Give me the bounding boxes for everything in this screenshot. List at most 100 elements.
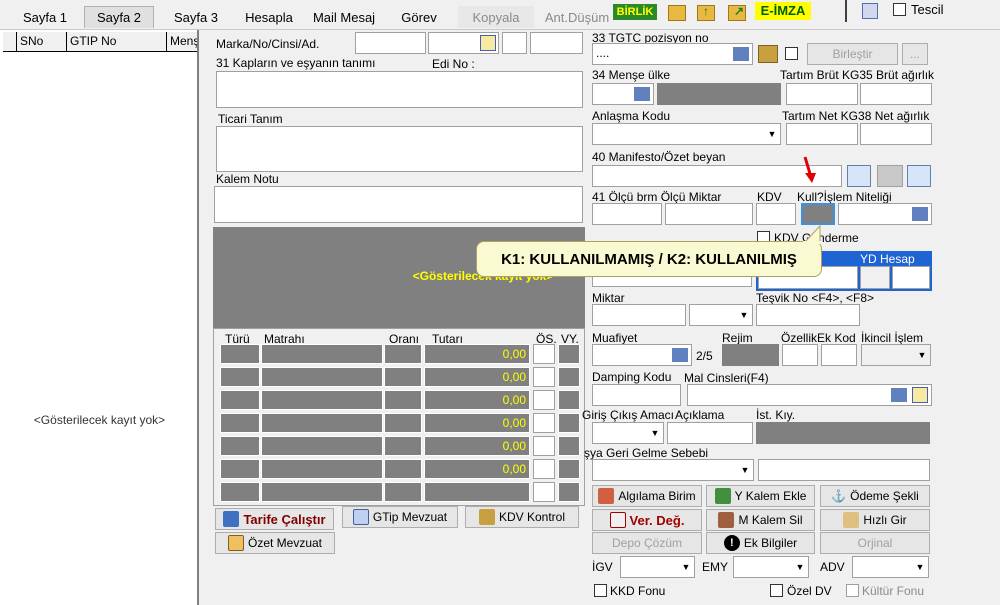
tax-cell[interactable] (220, 436, 260, 456)
folder-export-icon[interactable]: ↗ (728, 4, 746, 21)
kdv-input[interactable] (756, 203, 796, 225)
ek-bilgiler-button[interactable]: ! Ek Bilgiler (706, 532, 815, 554)
algilama-birim-button[interactable]: Algılama Birim (592, 485, 702, 507)
tax-cell[interactable] (384, 390, 422, 410)
kalem-notu-textarea[interactable] (214, 186, 583, 223)
tax-os-checkbox[interactable] (533, 344, 555, 364)
tax-vy-cell[interactable] (558, 459, 580, 479)
tab-sayfa3[interactable]: Sayfa 3 (162, 6, 230, 28)
tax-cell[interactable] (220, 413, 260, 433)
malcins-input[interactable] (687, 384, 932, 406)
kkd-fonu-checkbox[interactable] (594, 584, 607, 597)
geri-select[interactable]: ▼ (592, 459, 754, 481)
adv-select[interactable]: ▼ (852, 556, 929, 578)
tax-cell[interactable] (384, 482, 422, 502)
tax-vy-cell[interactable] (558, 367, 580, 387)
kdv-kontrol-button[interactable]: KDV Kontrol (465, 506, 579, 528)
tax-os-checkbox[interactable] (533, 436, 555, 456)
ticari-textarea[interactable] (216, 126, 583, 172)
tax-cell[interactable] (220, 482, 260, 502)
birlik-badge[interactable]: BİRLİK (613, 4, 657, 20)
tax-row[interactable]: 0,00 (220, 413, 582, 433)
tax-cell[interactable] (384, 413, 422, 433)
marka-input[interactable] (355, 32, 426, 54)
odeme-sekli-button[interactable]: ⚓ Ödeme Şekli (820, 485, 930, 507)
tgtc-input[interactable]: .... (592, 43, 753, 65)
hizli-gir-button[interactable]: Hızlı Gir (820, 509, 930, 531)
tab-ant-dusum[interactable]: Ant.Düşüm (540, 6, 614, 28)
folder-upload-icon[interactable]: ↑ (697, 4, 715, 21)
malcins-lookup-icon[interactable] (891, 388, 907, 402)
tartim-brut-input[interactable] (786, 83, 858, 105)
ozet-mevzuat-button[interactable]: Özet Mevzuat (215, 532, 335, 554)
tax-row[interactable]: 0,00 (220, 390, 582, 410)
malcins-edit-icon[interactable] (912, 387, 928, 403)
tab-mail-mesaj[interactable]: Mail Mesaj (308, 6, 380, 28)
geri-aciklama-input[interactable] (758, 459, 930, 481)
anlasma-select[interactable]: ▼ (592, 123, 781, 145)
tgtc-lookup-icon[interactable] (733, 47, 749, 61)
list-header-mense[interactable]: Menş (167, 32, 197, 52)
tax-cell[interactable] (261, 344, 383, 364)
kull-input[interactable] (801, 203, 835, 225)
yeni-kalem-ekle-button[interactable]: Y Kalem Ekle (706, 485, 815, 507)
ekkod-input[interactable] (821, 344, 857, 366)
tax-cell[interactable] (261, 436, 383, 456)
tab-hesapla[interactable]: Hesapla (236, 6, 302, 28)
tab-kopyala[interactable]: Kopyala (458, 6, 534, 28)
tax-amount-cell[interactable]: 0,00 (424, 413, 530, 433)
tab-sayfa2[interactable]: Sayfa 2 (84, 6, 154, 28)
aciklama-input[interactable] (667, 422, 753, 444)
tax-cell[interactable] (384, 344, 422, 364)
orjinal-button[interactable]: Orjinal (820, 532, 930, 554)
tgtc-more-button[interactable]: ... (902, 43, 928, 65)
tax-amount-cell[interactable]: 0,00 (424, 367, 530, 387)
edit-icon[interactable] (480, 35, 496, 51)
manifesto-refresh-icon[interactable] (907, 165, 931, 187)
mense-input[interactable] (592, 83, 654, 105)
tax-cell[interactable] (261, 367, 383, 387)
tax-amount-cell[interactable]: 0,00 (424, 436, 530, 456)
tax-row[interactable]: 0,00 (220, 436, 582, 456)
yd-button[interactable] (860, 266, 890, 289)
tax-cell[interactable] (220, 459, 260, 479)
tax-vy-cell[interactable] (558, 436, 580, 456)
box-icon[interactable] (758, 45, 778, 63)
tax-cell[interactable] (558, 482, 580, 502)
giris-select[interactable]: ▼ (592, 422, 664, 444)
brut-agirlik-input[interactable] (860, 83, 932, 105)
tarife-calistir-button[interactable]: Tarife Çalıştır (215, 508, 334, 530)
olcu-miktar-input[interactable] (665, 203, 753, 225)
tax-os-checkbox[interactable] (533, 367, 555, 387)
tax-cell[interactable] (261, 413, 383, 433)
birlestir-button[interactable]: Birleştir (807, 43, 898, 65)
depo-cozum-button[interactable]: Depo Çözüm (592, 532, 702, 554)
tax-amount-cell[interactable]: 0,00 (424, 390, 530, 410)
islem-lookup-icon[interactable] (912, 207, 928, 221)
eimza-badge[interactable]: E-İMZA (755, 2, 811, 20)
manifesto-blank-button[interactable] (877, 165, 903, 187)
tax-vy-cell[interactable] (558, 344, 580, 364)
ozellik-input[interactable] (782, 344, 818, 366)
manifesto-list-icon[interactable] (847, 165, 871, 187)
tab-gorev[interactable]: Görev (386, 6, 452, 28)
miktar-birim-select[interactable]: ▼ (689, 304, 753, 326)
miktar-input[interactable] (592, 304, 686, 326)
tax-cell[interactable] (384, 436, 422, 456)
tax-cell[interactable] (220, 390, 260, 410)
marka-ad-input[interactable] (530, 32, 583, 54)
tax-os-checkbox[interactable] (533, 459, 555, 479)
tax-vy-cell[interactable] (558, 390, 580, 410)
damping-input[interactable] (592, 384, 681, 406)
kalem-sil-button[interactable]: M Kalem Sil (706, 509, 815, 531)
kaplar-textarea[interactable] (216, 71, 583, 108)
item-list[interactable]: SNo GTIP No Menş <Gösterilecek kayıt yok… (0, 30, 199, 605)
olcu-birim-input[interactable] (592, 203, 662, 225)
tax-cell[interactable] (220, 344, 260, 364)
list-header-gtip[interactable]: GTIP No (67, 32, 167, 52)
tax-cell[interactable] (261, 390, 383, 410)
tesvik-input[interactable] (756, 304, 860, 326)
ver-deg-button[interactable]: Ver. Değ. (592, 509, 702, 531)
list-header-sno[interactable]: SNo (17, 32, 67, 52)
ozel-dv-checkbox[interactable] (770, 584, 783, 597)
